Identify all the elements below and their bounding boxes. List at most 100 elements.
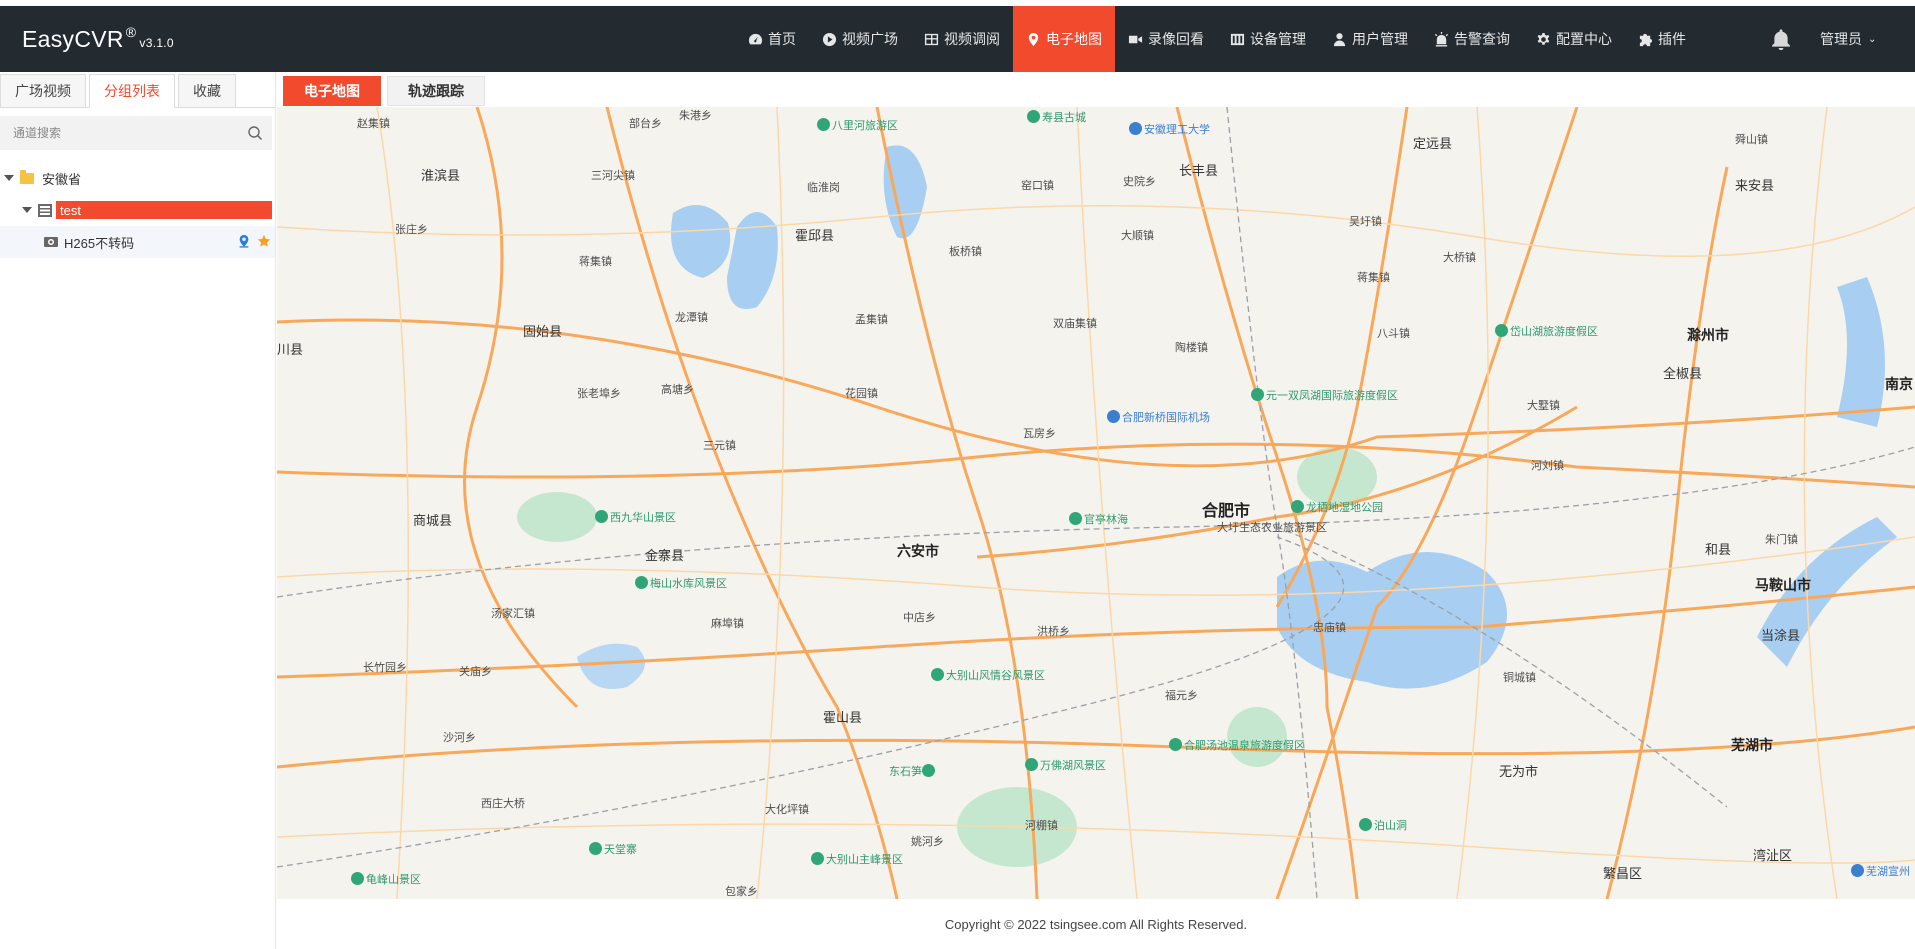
map-poi[interactable]: 万佛湖风景区	[1025, 757, 1106, 773]
caret-down-icon[interactable]	[4, 175, 14, 181]
poi-tree-icon	[589, 842, 602, 855]
map-poi[interactable]: 岱山湖旅游度假区	[1495, 323, 1598, 339]
map-poi[interactable]: 芜湖宣州	[1851, 863, 1910, 879]
map-poi[interactable]: 龟峰山景区	[351, 871, 421, 887]
tree-node-province[interactable]: 安徽省	[0, 162, 275, 194]
main-nav: 首页 视频广场 视频调阅 电子地图 录像回看 设备管理 用户管理 告警查询 配置…	[735, 6, 1699, 72]
tree-node-group[interactable]: test	[0, 194, 275, 226]
map-label-town: 瓦房乡	[1023, 428, 1056, 440]
nav-item-config-center[interactable]: 配置中心	[1523, 6, 1625, 72]
tab-emap[interactable]: 电子地图	[283, 76, 381, 106]
favorite-star-icon[interactable]	[257, 234, 271, 248]
channel-search-box	[0, 116, 272, 150]
map-label-town: 大桥镇	[1443, 252, 1476, 264]
nav-item-home[interactable]: 首页	[735, 6, 809, 72]
poi-label: 合肥汤池温泉旅游度假区	[1184, 740, 1305, 752]
nav-item-plugins[interactable]: 插件	[1625, 6, 1699, 72]
map-poi[interactable]: 西九华山景区	[595, 509, 676, 525]
poi-label: 寿县古城	[1042, 112, 1086, 124]
map-label-town: 窑口镇	[1021, 180, 1054, 192]
tab-group-list[interactable]: 分组列表	[89, 74, 175, 108]
poi-label: 大圩生态农业旅游景区	[1217, 522, 1327, 534]
map-label-county: 当涂县	[1761, 628, 1801, 643]
puzzle-icon	[1639, 33, 1653, 46]
map-label-town: 铜城镇	[1503, 672, 1536, 684]
map-label-city: 马鞍山市	[1755, 577, 1811, 593]
nav-item-label: 告警查询	[1454, 31, 1510, 47]
map-poi[interactable]: 大别山主峰景区	[811, 851, 903, 867]
nav-item-emap[interactable]: 电子地图	[1013, 6, 1115, 72]
channel-search-input[interactable]	[1, 117, 231, 149]
map-label-town: 大化坪镇	[765, 804, 809, 816]
tab-square-videos[interactable]: 广场视频	[0, 74, 86, 108]
poi-label: 西九华山景区	[610, 512, 676, 524]
map-label-town: 河棚镇	[1025, 820, 1058, 832]
tree-node-label: 安徽省	[42, 171, 82, 187]
map-label-town: 关庙乡	[459, 666, 492, 678]
group-tree: 安徽省 test H265不转码	[0, 162, 275, 258]
map-poi[interactable]: 合肥新桥国际机场	[1107, 409, 1210, 425]
poi-tree-icon	[1027, 110, 1040, 123]
nav-item-user-mgmt[interactable]: 用户管理	[1319, 6, 1421, 72]
map-label-town: 舜山镇	[1735, 134, 1768, 146]
user-icon	[1333, 32, 1346, 46]
poi-tree-icon	[1251, 388, 1264, 401]
caret-down-icon[interactable]	[22, 207, 32, 213]
map-poi[interactable]: 合肥汤池温泉旅游度假区	[1169, 737, 1305, 753]
airport-icon	[1107, 410, 1120, 423]
map-poi[interactable]: 大别山风情谷风景区	[931, 667, 1045, 683]
map-label-town: 朱港乡	[679, 110, 712, 122]
locate-pin-icon[interactable]	[237, 234, 251, 248]
map-poi[interactable]: 泊山洞	[1359, 817, 1407, 833]
poi-label: 八里河旅游区	[832, 120, 898, 132]
map-poi[interactable]: 八里河旅游区	[817, 117, 898, 133]
tree-node-channel[interactable]: H265不转码	[0, 226, 275, 258]
nav-item-label: 视频调阅	[944, 31, 1000, 47]
map-poi[interactable]: 寿县古城	[1027, 109, 1086, 125]
map-label-county: 商城县	[413, 513, 453, 528]
page-footer: Copyright © 2022 tsingsee.com All Rights…	[277, 899, 1915, 949]
map-label-county: 定远县	[1413, 136, 1453, 151]
map-label-town: 花园镇	[845, 388, 878, 400]
notification-bell-icon[interactable]	[1770, 28, 1792, 51]
nav-item-label: 首页	[768, 31, 796, 47]
nav-item-video-square[interactable]: 视频广场	[809, 6, 911, 72]
map-label-town: 大顺镇	[1121, 230, 1154, 242]
map-poi[interactable]: 龙栖地湿地公园	[1291, 499, 1383, 515]
nav-item-video-view[interactable]: 视频调阅	[911, 6, 1013, 72]
nav-item-label: 配置中心	[1556, 31, 1612, 47]
map-poi[interactable]: 天堂寨	[589, 841, 637, 857]
poi-label: 梅山水库风景区	[650, 578, 727, 590]
map-label-town: 长竹园乡	[363, 662, 407, 674]
map-poi[interactable]: 官亭林海	[1069, 511, 1128, 527]
map-poi[interactable]: 元一双凤湖国际旅游度假区	[1251, 387, 1398, 403]
electronic-map[interactable]: 合肥市 六安市 滁州市 马鞍山市 芜湖市 南京 淮滨县 固始县 商城县 金寨县 …	[277, 107, 1915, 899]
user-menu[interactable]: 管理员 ⌄	[1820, 6, 1876, 72]
map-label-town: 张庄乡	[395, 224, 428, 236]
map-poi[interactable]: 梅山水库风景区	[635, 575, 727, 591]
poi-label: 芜湖宣州	[1866, 866, 1910, 878]
map-poi[interactable]: 东石笋	[889, 763, 937, 779]
map-poi[interactable]: 安徽理工大学	[1129, 121, 1210, 137]
play-circle-icon	[822, 32, 837, 46]
tab-track[interactable]: 轨迹跟踪	[387, 76, 485, 106]
nav-item-playback[interactable]: 录像回看	[1115, 6, 1217, 72]
poi-label: 天堂寨	[604, 844, 637, 856]
map-label-town: 三元镇	[703, 440, 736, 452]
map-label-county: 和县	[1705, 542, 1732, 557]
map-label-county: 湾沚区	[1753, 848, 1793, 863]
search-icon[interactable]	[247, 125, 263, 141]
map-label-county: 金寨县	[645, 548, 685, 563]
poi-label: 龟峰山景区	[366, 874, 421, 886]
map-poi[interactable]: 大圩生态农业旅游景区	[1217, 519, 1327, 535]
map-label-town: 中店乡	[903, 612, 936, 624]
map-label-town: 史院乡	[1123, 176, 1156, 188]
poi-label: 大别山风情谷风景区	[946, 670, 1045, 682]
map-label-town: 大墅镇	[1527, 400, 1560, 412]
poi-tree-icon	[811, 852, 824, 865]
poi-tree-icon	[817, 118, 830, 131]
nav-item-alarm-query[interactable]: 告警查询	[1421, 6, 1523, 72]
brand-logo[interactable]: EasyCVR ®v3.1.0	[22, 24, 174, 53]
nav-item-device-mgmt[interactable]: 设备管理	[1217, 6, 1319, 72]
tab-favorites[interactable]: 收藏	[178, 74, 236, 108]
